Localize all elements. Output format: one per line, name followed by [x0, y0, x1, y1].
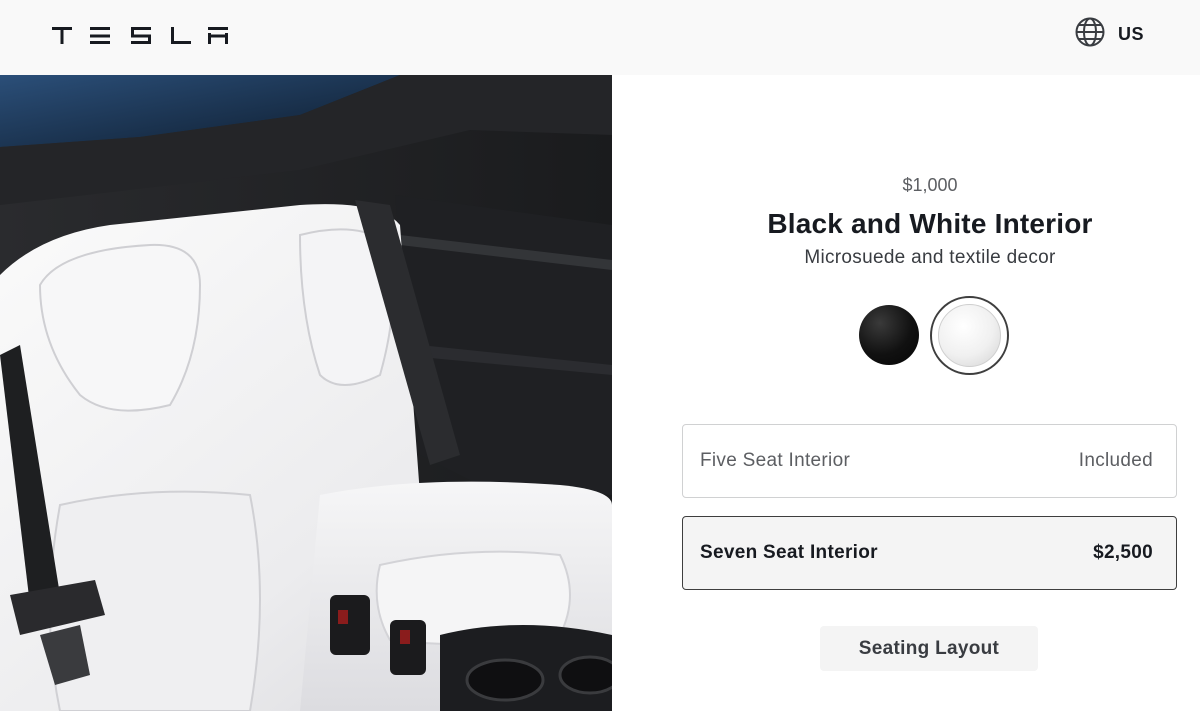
swatch-white[interactable]: [930, 296, 1009, 375]
interior-photo: [0, 75, 612, 711]
interior-title: Black and White Interior: [767, 208, 1093, 239]
config-panel: $1,000 Black and White Interior Microsue…: [612, 75, 1200, 711]
seating-layout-button[interactable]: Seating Layout: [820, 626, 1038, 671]
option-price: $2,500: [1093, 542, 1153, 563]
locale-label: US: [1118, 23, 1145, 44]
globe-icon: [1074, 16, 1106, 53]
option-price: Included: [1078, 450, 1153, 471]
swatch-black[interactable]: [859, 305, 919, 365]
option-seven-seat[interactable]: Seven Seat Interior $2,500: [682, 516, 1177, 590]
tesla-logo[interactable]: [52, 24, 228, 46]
swatch-white-fill: [938, 304, 1001, 367]
option-label: Seven Seat Interior: [700, 542, 878, 563]
option-five-seat[interactable]: Five Seat Interior Included: [682, 424, 1177, 498]
interior-price: $1,000: [902, 175, 958, 195]
interior-subtitle: Microsuede and textile decor: [804, 247, 1056, 268]
option-label: Five Seat Interior: [700, 450, 851, 471]
locale-selector[interactable]: US: [1074, 16, 1145, 53]
top-bar: US: [0, 0, 1200, 75]
